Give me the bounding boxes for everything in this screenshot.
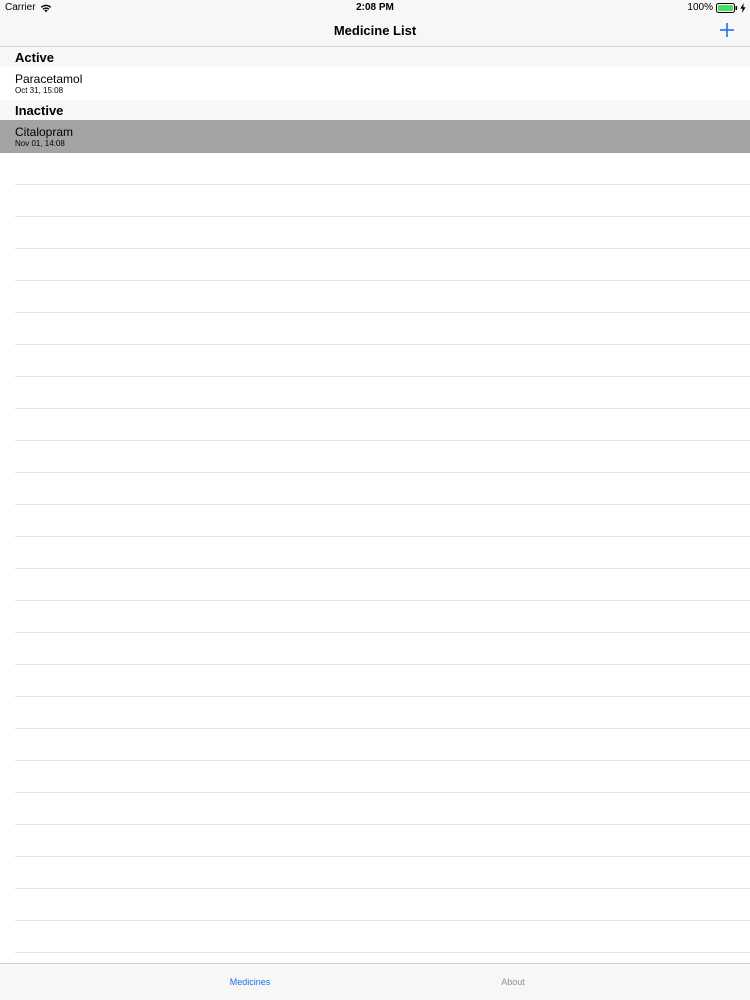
empty-row (15, 377, 750, 409)
empty-row (15, 441, 750, 473)
empty-row (15, 601, 750, 633)
charging-bolt-icon (740, 3, 746, 13)
empty-row (15, 505, 750, 537)
empty-row (15, 889, 750, 921)
medicine-table[interactable]: Active Paracetamol Oct 31, 15:08 Inactiv… (0, 47, 750, 963)
empty-row (15, 921, 750, 953)
empty-row (15, 153, 750, 185)
empty-row (15, 537, 750, 569)
tab-bar: Medicines About (0, 963, 750, 1000)
empty-row (15, 729, 750, 761)
plus-icon (720, 23, 734, 37)
section-header-active: Active (0, 47, 750, 67)
status-right: 100% (687, 0, 746, 16)
tab-about[interactable]: About (453, 964, 573, 1000)
medicine-date: Nov 01, 14:08 (15, 139, 65, 148)
section-header-inactive: Inactive (0, 100, 750, 120)
empty-row (15, 185, 750, 217)
empty-row (15, 697, 750, 729)
empty-row (15, 825, 750, 857)
empty-row (15, 281, 750, 313)
empty-row (15, 249, 750, 281)
app-root: Carrier 2:08 PM 100% Medicine List Activ… (0, 0, 750, 1000)
empty-row (15, 793, 750, 825)
status-bar: Carrier 2:08 PM 100% (0, 0, 750, 16)
empty-row (15, 633, 750, 665)
add-medicine-button[interactable] (718, 21, 736, 39)
empty-row (15, 761, 750, 793)
empty-row (15, 569, 750, 601)
empty-row (15, 473, 750, 505)
empty-row (15, 665, 750, 697)
empty-row (15, 409, 750, 441)
medicine-name: Paracetamol (15, 72, 83, 86)
empty-row (15, 313, 750, 345)
empty-row (15, 857, 750, 889)
medicine-row-paracetamol[interactable]: Paracetamol Oct 31, 15:08 (0, 67, 750, 100)
medicine-name: Citalopram (15, 125, 74, 139)
empty-row (15, 953, 750, 963)
navigation-bar: Medicine List (0, 16, 750, 47)
empty-row (15, 217, 750, 249)
medicine-date: Oct 31, 15:08 (15, 86, 64, 95)
tab-medicines[interactable]: Medicines (190, 964, 310, 1000)
battery-percent: 100% (687, 2, 713, 13)
medicine-row-citalopram[interactable]: Citalopram Nov 01, 14:08 (0, 120, 750, 153)
page-title: Medicine List (333, 23, 417, 38)
empty-row (15, 345, 750, 377)
status-time: 2:08 PM (356, 2, 394, 13)
empty-rows (0, 153, 750, 963)
battery-icon (716, 3, 738, 13)
